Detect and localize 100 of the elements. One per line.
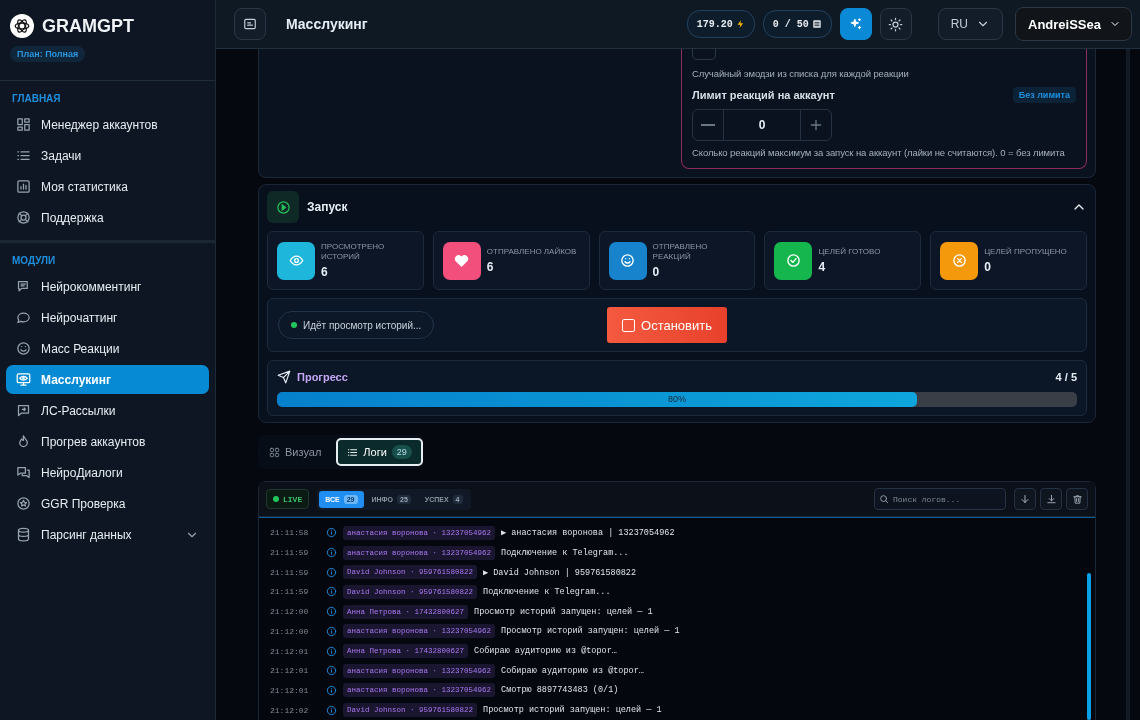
sun-icon bbox=[888, 16, 904, 32]
info-icon bbox=[326, 625, 337, 637]
lightning-icon bbox=[735, 19, 745, 29]
clear-button[interactable] bbox=[1066, 488, 1088, 510]
limit-help: Сколько реакций максимум за запуск на аккаунт (лайки не считаются). 0 = без лимита bbox=[692, 147, 1066, 158]
info-icon bbox=[326, 586, 337, 598]
log-message: Подключение к Telegram... bbox=[483, 586, 611, 597]
grid-icon bbox=[269, 446, 280, 458]
list-icon bbox=[347, 446, 359, 458]
minus-icon bbox=[701, 124, 715, 126]
sidebar-item[interactable]: Масс Реакции bbox=[6, 334, 209, 363]
stat-value: 0 bbox=[652, 265, 661, 280]
comments-icon bbox=[16, 279, 31, 294]
flame-icon bbox=[16, 434, 31, 449]
section-title: ГЛАВНАЯ bbox=[11, 92, 62, 106]
sidebar-item[interactable]: Парсинг данных bbox=[6, 520, 209, 549]
download-button[interactable] bbox=[1040, 488, 1062, 510]
stat-label: ЦЕЛЕЙ ГОТОВО bbox=[818, 246, 881, 258]
log-message: Смотрю 8897743483 (0/1) bbox=[501, 685, 619, 696]
log-time: 21:11:59 bbox=[270, 548, 310, 558]
emoji-hint: Случайный эмодзи из списка для каждой реакции bbox=[692, 68, 910, 79]
log-time: 21:11:58 bbox=[270, 528, 310, 538]
database-icon bbox=[16, 527, 31, 542]
info-icon bbox=[326, 566, 337, 578]
info-icon bbox=[326, 527, 337, 539]
limit-label: Лимит реакций на аккаунт bbox=[692, 89, 835, 101]
progress-label: 80% bbox=[667, 393, 687, 406]
info-icon bbox=[326, 547, 337, 559]
arrow-down-icon bbox=[1019, 493, 1031, 505]
quota-badge: 0 / 50 bbox=[762, 10, 832, 38]
log-message: Собираю аудиторию из @topor… bbox=[474, 646, 617, 657]
chart-icon bbox=[16, 179, 31, 194]
view-tab[interactable]: Логи 29 bbox=[336, 438, 423, 466]
log-time: 21:12:01 bbox=[270, 685, 310, 695]
sparkle-icon bbox=[848, 17, 863, 31]
play-icon bbox=[267, 191, 299, 223]
lifebuoy-icon bbox=[16, 210, 31, 225]
sidebar-item[interactable]: Нейрочаттинг bbox=[6, 303, 209, 332]
balance-badge: 179.20 bbox=[686, 10, 755, 38]
page-title: Масслукинг bbox=[286, 16, 368, 32]
view-tab[interactable]: Визуал bbox=[258, 438, 333, 466]
sidebar-item[interactable]: ЛС-Рассылки bbox=[6, 396, 209, 425]
log-time: 21:12:02 bbox=[270, 705, 310, 715]
ai-button[interactable] bbox=[839, 8, 872, 40]
section-title: МОДУЛИ bbox=[11, 254, 57, 268]
log-message: ▶ анастасия воронова | 13237054962 bbox=[501, 527, 675, 539]
sidebar-item[interactable]: Задачи bbox=[6, 141, 209, 170]
trash-icon bbox=[1071, 493, 1083, 505]
dialogs-icon bbox=[16, 465, 31, 480]
sidebar-item[interactable]: Нейрокомментинг bbox=[6, 272, 209, 301]
live-badge: LIVE bbox=[266, 489, 310, 509]
stop-button[interactable]: Остановить bbox=[607, 307, 727, 343]
stat-value: 6 bbox=[321, 265, 329, 280]
send-icon bbox=[277, 370, 291, 384]
user-menu[interactable]: AndreiSSea bbox=[1015, 7, 1132, 41]
list-icon bbox=[811, 19, 822, 29]
sidebar-item[interactable]: Прогрев аккаунтов bbox=[6, 427, 209, 456]
sidebar-item[interactable]: Моя статистика bbox=[6, 172, 209, 201]
plus-icon bbox=[808, 117, 824, 133]
info-icon bbox=[326, 704, 337, 716]
search-field[interactable]: Поиск логов... bbox=[874, 488, 1006, 510]
limit-badge: Без лимита bbox=[1012, 87, 1076, 103]
log-time: 21:12:01 bbox=[270, 646, 310, 656]
stat-label: ЦЕЛЕЙ ПРОПУЩЕНО bbox=[984, 246, 1067, 258]
info-icon bbox=[326, 665, 337, 677]
brand-name: GRAMGPT bbox=[42, 15, 134, 37]
info-icon bbox=[326, 684, 337, 696]
sidebar-item[interactable]: НейроДиалоги bbox=[6, 458, 209, 487]
sidebar-item[interactable]: Менеджер аккаунтов bbox=[6, 110, 209, 139]
download-icon bbox=[1045, 493, 1057, 505]
sidebar-item[interactable]: Масслукинг bbox=[6, 365, 209, 394]
logo-icon bbox=[10, 14, 34, 38]
smiley-icon bbox=[16, 341, 31, 356]
stat-value: 6 bbox=[486, 260, 495, 275]
sidebar-item[interactable]: GGR Проверка bbox=[6, 489, 209, 518]
log-message: Просмотр историй запущен: целей — 1 bbox=[501, 626, 680, 637]
status-badge: Идёт просмотр историй... bbox=[278, 311, 435, 339]
log-message: Просмотр историй запущен: целей — 1 bbox=[474, 606, 653, 617]
log-time: 21:11:59 bbox=[270, 567, 310, 577]
monitor-eye-icon bbox=[16, 372, 31, 387]
sidebar-toggle-button[interactable] bbox=[234, 8, 266, 40]
log-message: Собираю аудиторию из @topor… bbox=[501, 665, 644, 676]
log-time: 21:12:01 bbox=[270, 666, 310, 676]
message-arrow-icon bbox=[16, 403, 31, 418]
stat-value: 4 bbox=[818, 260, 827, 275]
stat-label: ОТПРАВЛЕНО ЛАЙКОВ bbox=[486, 246, 577, 258]
log-time: 21:12:00 bbox=[270, 626, 310, 636]
grid-icon bbox=[16, 117, 31, 132]
info-icon bbox=[326, 606, 337, 618]
sidebar-item[interactable]: Поддержка bbox=[6, 203, 209, 232]
progress-count: 4 / 5 bbox=[1055, 371, 1077, 383]
chat-bubble-icon bbox=[16, 310, 31, 325]
log-message: Просмотр историй запущен: целей — 1 bbox=[483, 705, 662, 716]
stat-value: 0 bbox=[984, 260, 992, 275]
stat-label: ПРОСМОТРЕНО ИСТОРИЙ bbox=[321, 241, 386, 263]
scroll-down-button[interactable] bbox=[1014, 488, 1036, 510]
plan-badge: План: Полная bbox=[10, 46, 86, 62]
language-select[interactable]: RU bbox=[937, 8, 1003, 40]
log-time: 21:12:00 bbox=[270, 607, 310, 617]
theme-button[interactable] bbox=[879, 8, 912, 40]
